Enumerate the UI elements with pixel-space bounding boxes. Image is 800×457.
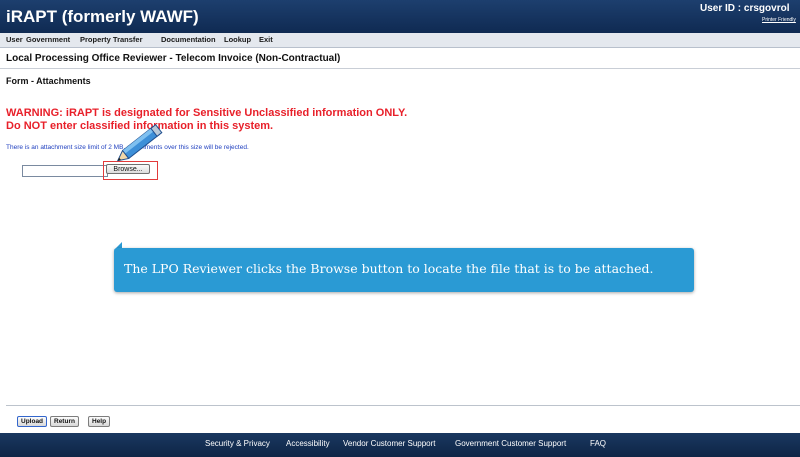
- footer-faq[interactable]: FAQ: [590, 439, 606, 448]
- menu-exit[interactable]: Exit: [259, 35, 273, 44]
- user-id-label: User ID : crsgovrol: [700, 3, 790, 14]
- help-button[interactable]: Help: [88, 416, 111, 427]
- app-header: iRAPT (formerly WAWF) User ID : crsgovro…: [0, 0, 800, 33]
- menu-user[interactable]: User: [6, 35, 23, 44]
- menu-lookup[interactable]: Lookup: [224, 35, 251, 44]
- footer-accessibility[interactable]: Accessibility: [286, 439, 330, 448]
- form-title: Form - Attachments: [6, 76, 91, 86]
- menu-documentation[interactable]: Documentation: [161, 35, 216, 44]
- footer-security-privacy[interactable]: Security & Privacy: [205, 439, 270, 448]
- instruction-callout: The LPO Reviewer clicks the Browse butto…: [114, 248, 694, 292]
- printer-friendly-link[interactable]: Printer Friendly: [762, 17, 796, 23]
- pencil-icon: [116, 124, 163, 162]
- menu-government[interactable]: Government: [26, 35, 70, 44]
- warning-line-1: WARNING: iRAPT is designated for Sensiti…: [6, 107, 408, 119]
- upload-button[interactable]: Upload: [17, 416, 48, 427]
- file-path-input[interactable]: [22, 165, 108, 177]
- footer-vendor-support[interactable]: Vendor Customer Support: [343, 439, 436, 448]
- app-title: iRAPT (formerly WAWF): [6, 7, 199, 26]
- menu-property-transfer[interactable]: Property Transfer: [80, 35, 143, 44]
- menu-bar: User Government Property Transfer Docume…: [0, 33, 800, 48]
- page-title: Local Processing Office Reviewer - Telec…: [6, 53, 341, 64]
- bottom-divider: [6, 405, 800, 406]
- return-button[interactable]: Return: [50, 416, 79, 427]
- footer-government-support[interactable]: Government Customer Support: [455, 439, 566, 448]
- callout-text: The LPO Reviewer clicks the Browse butto…: [124, 261, 654, 276]
- footer: Security & Privacy Accessibility Vendor …: [0, 433, 800, 457]
